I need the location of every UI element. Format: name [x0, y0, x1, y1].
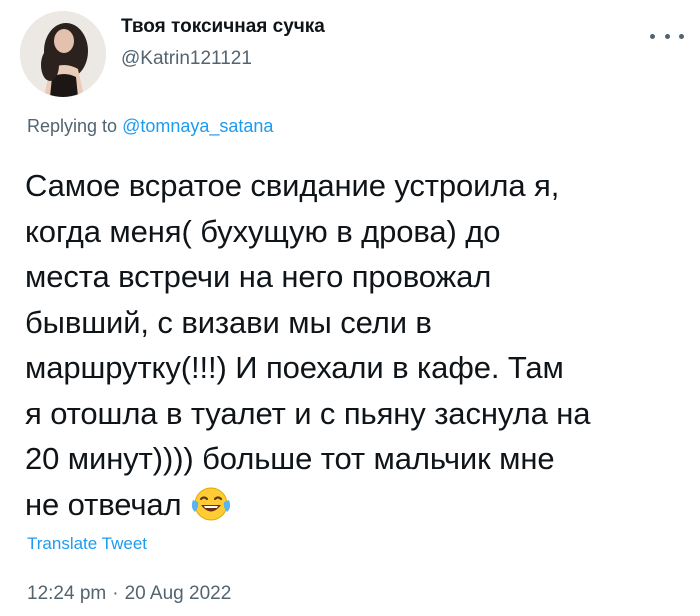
tweet-text-line: места встречи на него провожал — [25, 259, 492, 294]
profile-photo-icon — [20, 11, 106, 97]
tweet-date: 20 Aug 2022 — [124, 583, 232, 604]
more-dot — [650, 33, 655, 39]
meta-separator: · — [112, 583, 119, 604]
reply-mention-link[interactable]: @tomnaya_satana — [122, 116, 273, 136]
tweet-text-line: 20 минут)))) больше тот мальчик мне — [25, 441, 555, 476]
tweet-text-line: когда меня( бухущую в дрова) до — [25, 213, 501, 249]
tweet-text-line: не отвечал — [25, 486, 182, 522]
author-display-name[interactable]: Твоя токсичная сучка — [121, 16, 325, 38]
more-dot — [664, 33, 670, 39]
laughing-with-tears-emoji-icon — [190, 486, 232, 522]
tweet-card: Твоя токсичная сучка @Katrin121121 Reply… — [0, 0, 700, 616]
replying-to: Replying to @tomnaya_satana — [27, 116, 273, 137]
tweet-time: 12:24 pm — [27, 583, 107, 604]
translate-tweet-link[interactable]: Translate Tweet — [27, 534, 147, 554]
more-dot — [679, 33, 684, 39]
tweet-text-line: Самое всратое свидание устроила я, — [25, 168, 560, 203]
tweet-text-line: бывший, с визави мы сели в — [25, 304, 432, 340]
author-handle[interactable]: @Katrin121121 — [121, 48, 252, 70]
tweet-text-line: я отошла в туалет и с пьяну заснула на — [25, 395, 591, 431]
more-options-icon[interactable] — [650, 26, 684, 46]
tweet-timestamp[interactable]: 12:24 pm · 20 Aug 2022 — [27, 583, 231, 605]
tweet-text-line: маршрутку(!!!) И поехали в кафе. Там — [25, 350, 564, 385]
tweet-text: Самое всратое свидание устроила я, когда… — [25, 163, 685, 527]
tweet-text-last-line: не отвечал — [25, 482, 685, 528]
replying-to-label: Replying to — [27, 116, 118, 136]
author-avatar[interactable] — [20, 11, 106, 97]
